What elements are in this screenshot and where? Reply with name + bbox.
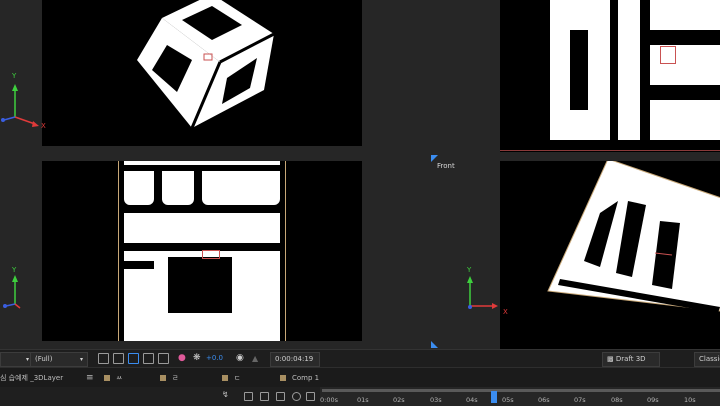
renderer-icon: ▩: [607, 355, 614, 363]
layer-swatch: [160, 375, 166, 381]
mask-visibility-icon[interactable]: [128, 353, 139, 364]
view-corner-marker: [431, 155, 438, 162]
glyph-block: [124, 171, 154, 205]
color-channels-icon[interactable]: ●: [178, 352, 186, 365]
axis-gizmo-bottom-right: Y X: [458, 266, 514, 318]
glyph-block: [168, 257, 232, 313]
shy-layers-icon[interactable]: ↯: [222, 390, 231, 399]
time-tick: 09s: [647, 396, 659, 404]
time-tick: 02s: [393, 396, 405, 404]
tab-label: ㄹ: [172, 374, 179, 382]
axis-label-x: X: [41, 122, 46, 130]
tab-comp-r[interactable]: ㄹ: [160, 368, 178, 388]
viewport-bottom-left[interactable]: [42, 161, 362, 341]
time-tick: 06s: [538, 396, 550, 404]
tab-comp-ss[interactable]: ㅆ: [104, 368, 122, 388]
view-name-label: Front: [437, 162, 455, 170]
glyph-block: [650, 100, 720, 140]
view-mode-label: Classic: [699, 355, 720, 363]
glyph-block: [618, 0, 640, 140]
composition-tabs: 심 습예제 _3DLayer ≡ ㅆ ㄹ ㄷ Comp 1: [0, 367, 720, 388]
time-ruler[interactable]: 0:00s 01s 02s 03s 04s 05s 06s 07s 08s 09…: [320, 387, 720, 406]
time-tick: 03s: [430, 396, 442, 404]
renderer-button[interactable]: ▩ Draft 3D: [602, 352, 660, 367]
glyph-block: [124, 261, 154, 269]
axis-label-y: Y: [12, 72, 17, 80]
time-tick: 08s: [611, 396, 623, 404]
motion-blur-icon[interactable]: [260, 392, 269, 401]
tab-label: ㄷ: [234, 374, 241, 382]
tab-comp-d[interactable]: ㄷ: [222, 368, 240, 388]
resolution-dropdown[interactable]: (Full) ▾: [30, 352, 88, 367]
magnification-dropdown[interactable]: ▾: [0, 352, 34, 367]
layer-swatch: [104, 375, 110, 381]
selection-box: [660, 46, 676, 64]
glyph-block: [124, 213, 280, 243]
time-tick: 04s: [466, 396, 478, 404]
resolution-value: (Full): [35, 355, 53, 363]
chevron-down-icon: ▾: [79, 356, 83, 363]
view-corner-marker: [431, 341, 438, 348]
renderer-label: Draft 3D: [615, 355, 646, 363]
exposure-reset-icon[interactable]: ❋: [193, 352, 201, 365]
tab-project[interactable]: 심 습예제 _3DLayer: [0, 368, 80, 388]
cube-graphic: [137, 0, 275, 129]
current-time-display[interactable]: 0:00:04:19: [270, 352, 320, 367]
glyph-block: [202, 171, 280, 205]
grid-guides-icon[interactable]: [158, 353, 169, 364]
viewport-bottom-right[interactable]: [500, 161, 720, 349]
camera-snapshot-icon[interactable]: ◉: [236, 352, 244, 365]
chevron-down-icon: ▾: [25, 356, 29, 363]
viewport-top-right[interactable]: [500, 0, 720, 152]
time-tick: 0:00s: [320, 396, 338, 404]
glyph-block: [162, 171, 194, 205]
transparency-grid-icon[interactable]: [113, 353, 124, 364]
tab-menu-icon[interactable]: ≡: [86, 368, 94, 388]
tab-comp-1[interactable]: Comp 1: [280, 368, 319, 388]
viewer-toolbar: ▾ (Full) ▾ ● ❋ +0.0 ◉ ▲ 0:00:04:19 ▩ Dra…: [0, 349, 720, 367]
tilted-card-graphic: [547, 161, 720, 313]
axis-gizmo-bottom-left: Y: [0, 266, 30, 316]
frame-blending-icon[interactable]: [244, 392, 253, 401]
graph-editor-icon[interactable]: [276, 392, 285, 401]
tab-label: ㅆ: [116, 374, 123, 382]
viewport-area[interactable]: Y X Y Y X Front: [0, 0, 720, 349]
fast-previews-icon[interactable]: [98, 353, 109, 364]
glyph-block: [124, 161, 280, 165]
show-snapshot-icon[interactable]: ▲: [252, 352, 258, 365]
region-of-interest-icon[interactable]: [143, 353, 154, 364]
tab-label: Comp 1: [292, 374, 320, 382]
work-area-bar[interactable]: [322, 389, 720, 392]
time-tick: 05s: [502, 396, 514, 404]
axis-label-y: Y: [12, 266, 17, 274]
selection-box: [202, 250, 220, 259]
view-mode-dropdown[interactable]: Classic: [694, 352, 720, 367]
viewport-top-left[interactable]: [42, 0, 362, 146]
layer-swatch: [280, 375, 286, 381]
axis-gizmo-top-left: Y X: [0, 72, 50, 132]
timeline-header: ↯ 0:00s 01s 02s 03s 04s 05s 06s 07s 08s …: [0, 387, 720, 406]
glyph-block: [570, 30, 588, 110]
tab-label: 심 습예제 _3DLayer: [0, 374, 64, 382]
time-tick: 07s: [574, 396, 586, 404]
time-tick: 10s: [684, 396, 696, 404]
axis-label-x: X: [503, 308, 508, 316]
time-tick: 01s: [357, 396, 369, 404]
axis-label-y: Y: [467, 266, 472, 274]
exposure-value[interactable]: +0.0: [206, 352, 223, 365]
glyph-block: [650, 0, 720, 30]
tag-icon[interactable]: [292, 392, 301, 401]
playhead[interactable]: [491, 391, 497, 403]
comp-flowchart-icon[interactable]: [306, 392, 315, 401]
layer-swatch: [222, 375, 228, 381]
